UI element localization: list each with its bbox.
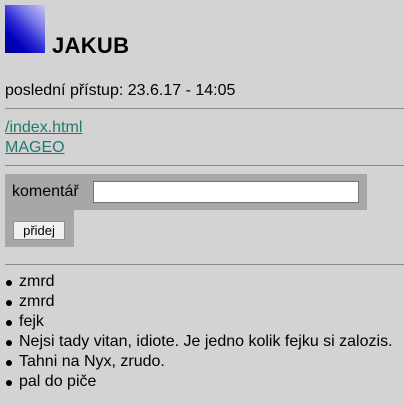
comment-input[interactable] (93, 181, 359, 203)
comment-item: Nejsi tady vitan, idiote. Je jedno kolik… (6, 333, 393, 350)
comment-item: zmrd (6, 272, 393, 292)
divider (5, 165, 404, 166)
comment-item: Tahni na Nyx, zrudo. (6, 352, 393, 372)
last-access-text: poslední přístup: 23.6.17 - 14:05 (5, 82, 236, 99)
comment-item: fejk (6, 312, 393, 332)
index-link[interactable]: /index.html (5, 119, 82, 137)
comment-item: zmrd (6, 292, 393, 312)
comment-label: komentář (12, 183, 79, 200)
comment-list: zmrd zmrd fejk Nejsi tady vitan, idiote.… (0, 272, 393, 392)
divider (5, 264, 404, 265)
comment-item: pal do piče (6, 372, 393, 392)
profile-name: JAKUB (52, 33, 130, 58)
avatar (5, 5, 45, 53)
mageo-link[interactable]: MAGEO (5, 139, 65, 157)
divider (5, 108, 404, 109)
add-comment-button[interactable]: přidej (13, 221, 65, 240)
